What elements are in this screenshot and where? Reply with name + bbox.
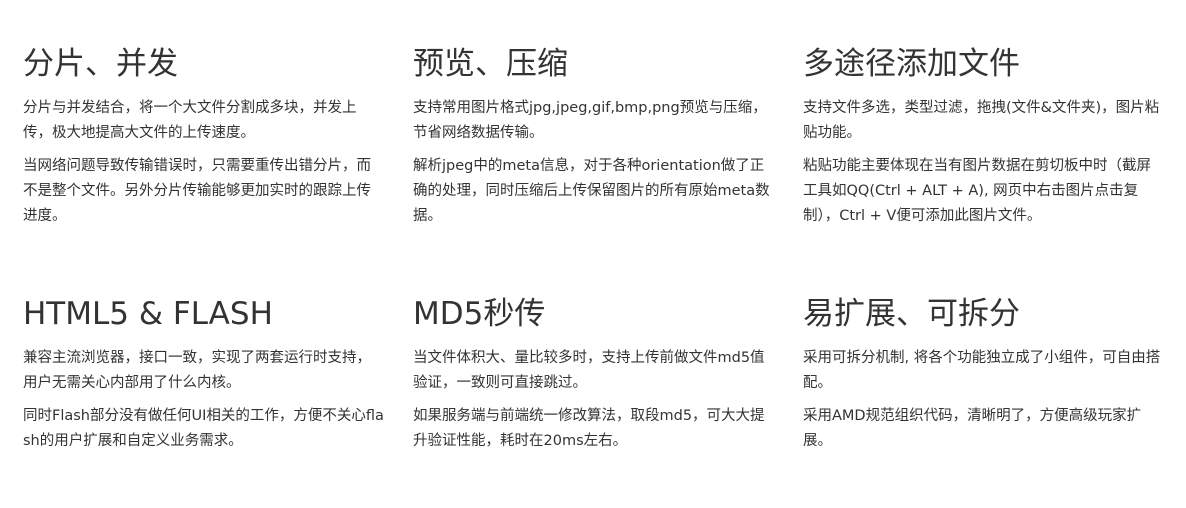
feature-description: 同时Flash部分没有做任何UI相关的工作，方便不关心flash的用户扩展和自定… bbox=[23, 408, 384, 449]
feature-description: 当文件体积大、量比较多时，支持上传前做文件md5值验证，一致则可直接跳过。 bbox=[413, 350, 765, 391]
feature-description: 兼容主流浏览器，接口一致，实现了两套运行时支持，用户无需关心内部用了什么内核。 bbox=[23, 350, 371, 391]
feature-description: 分片与并发结合，将一个大文件分割成多块，并发上传，极大地提高大文件的上传速度。 bbox=[23, 100, 357, 141]
feature-title: 预览、压缩 bbox=[413, 46, 568, 82]
feature-description: 采用AMD规范组织代码，清晰明了，方便高级玩家扩展。 bbox=[803, 408, 1142, 449]
feature-multi-add-files: 多途径添加文件 支持文件多选，类型过滤，拖拽(文件&文件夹)，图片粘贴功能。 粘… bbox=[803, 44, 1165, 229]
feature-html5-flash: HTML5 & FLASH 兼容主流浏览器，接口一致，实现了两套运行时支持，用户… bbox=[23, 294, 385, 454]
feature-title: 分片、并发 bbox=[23, 46, 178, 82]
feature-description: 支持文件多选，类型过滤，拖拽(文件&文件夹)，图片粘贴功能。 bbox=[803, 100, 1160, 141]
feature-extensible-modular: 易扩展、可拆分 采用可拆分机制, 将各个功能独立成了小组件，可自由搭配。 采用A… bbox=[803, 294, 1165, 454]
feature-title: 多途径添加文件 bbox=[803, 46, 1020, 82]
feature-title: 易扩展、可拆分 bbox=[803, 296, 1020, 332]
feature-title: MD5秒传 bbox=[413, 296, 546, 332]
feature-description: 支持常用图片格式jpg,jpeg,gif,bmp,png预览与压缩，节省网络数据… bbox=[413, 100, 767, 141]
feature-preview-compress: 预览、压缩 支持常用图片格式jpg,jpeg,gif,bmp,png预览与压缩，… bbox=[413, 44, 775, 229]
feature-chunked-concurrent: 分片、并发 分片与并发结合，将一个大文件分割成多块，并发上传，极大地提高大文件的… bbox=[23, 44, 385, 229]
feature-description: 解析jpeg中的meta信息，对于各种orientation做了正确的处理，同时… bbox=[413, 158, 770, 224]
feature-description: 采用可拆分机制, 将各个功能独立成了小组件，可自由搭配。 bbox=[803, 350, 1161, 391]
feature-description: 粘贴功能主要体现在当有图片数据在剪切板中时（截屏工具如QQ(Ctrl + ALT… bbox=[803, 158, 1151, 224]
features-grid: 分片、并发 分片与并发结合，将一个大文件分割成多块，并发上传，极大地提高大文件的… bbox=[0, 0, 1186, 508]
feature-description: 如果服务端与前端统一修改算法，取段md5，可大大提升验证性能，耗时在20ms左右… bbox=[413, 408, 765, 449]
feature-md5-instant-upload: MD5秒传 当文件体积大、量比较多时，支持上传前做文件md5值验证，一致则可直接… bbox=[413, 294, 775, 454]
feature-description: 当网络问题导致传输错误时，只需要重传出错分片，而不是整个文件。另外分片传输能够更… bbox=[23, 158, 371, 224]
feature-title: HTML5 & FLASH bbox=[23, 296, 273, 332]
